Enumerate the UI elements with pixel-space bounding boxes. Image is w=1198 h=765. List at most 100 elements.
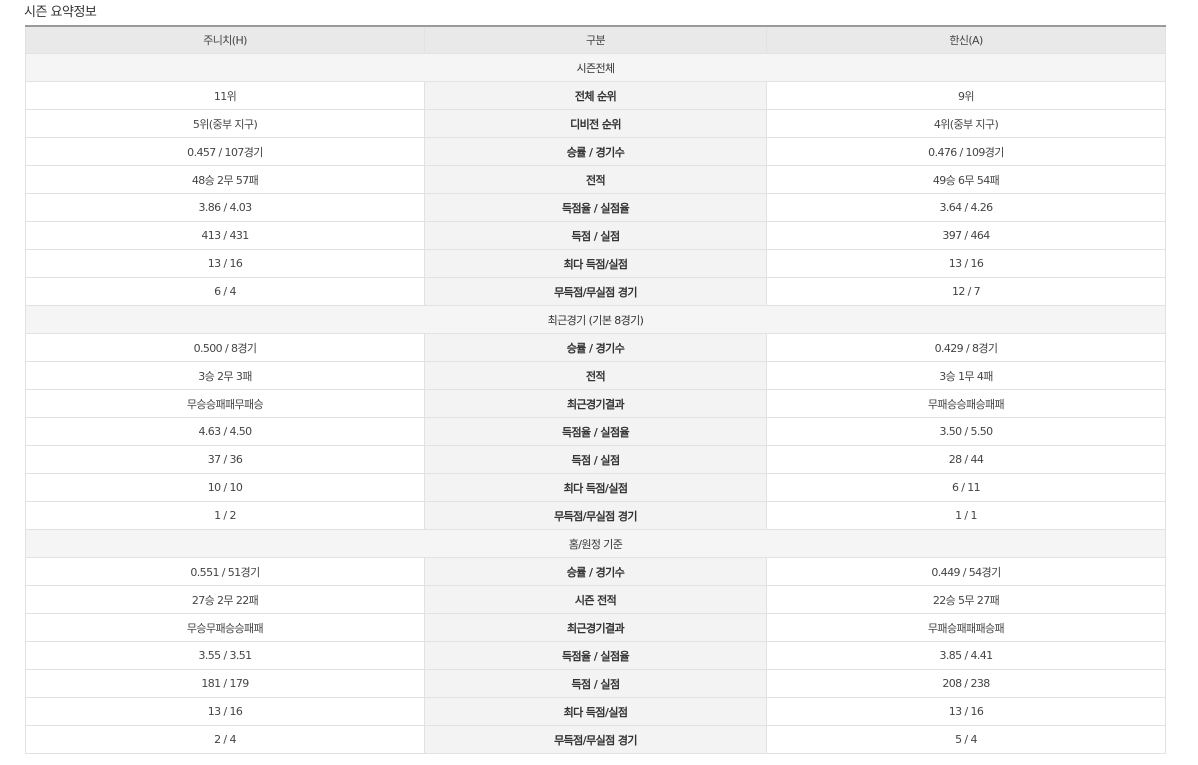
home-value: 6 / 4 — [25, 277, 425, 306]
home-value: 48승 2무 57패 — [25, 165, 425, 194]
away-value: 208 / 238 — [766, 669, 1166, 698]
group-header-season-total: 시즌전체 — [25, 53, 1166, 82]
table-row: 무승승패패무패승 최근경기결과 무패승승패승패패 — [25, 389, 1166, 418]
group-header-home-away: 홈/원정 기준 — [25, 529, 1166, 558]
table-row: 181 / 179 득점 / 실점 208 / 238 — [25, 669, 1166, 698]
row-label: 전적 — [424, 165, 767, 194]
home-value: 11위 — [25, 81, 425, 110]
group-label: 최근경기 (기본 8경기) — [25, 305, 1166, 334]
header-home-team: 주니치(H) — [25, 25, 425, 54]
row-label: 전적 — [424, 361, 767, 390]
away-value: 28 / 44 — [766, 445, 1166, 474]
away-value: 무패승패패패승패 — [766, 613, 1166, 642]
away-value: 무패승승패승패패 — [766, 389, 1166, 418]
table-row: 27승 2무 22패 시즌 전적 22승 5무 27패 — [25, 585, 1166, 614]
home-value: 1 / 2 — [25, 501, 425, 530]
away-value: 13 / 16 — [766, 249, 1166, 278]
table-row: 6 / 4 무득점/무실점 경기 12 / 7 — [25, 277, 1166, 306]
table-row: 37 / 36 득점 / 실점 28 / 44 — [25, 445, 1166, 474]
row-label: 디비전 순위 — [424, 109, 767, 138]
table-row: 10 / 10 최다 득점/실점 6 / 11 — [25, 473, 1166, 502]
table-row: 무승무패승승패패 최근경기결과 무패승패패패승패 — [25, 613, 1166, 642]
row-label: 무득점/무실점 경기 — [424, 501, 767, 530]
home-value: 무승승패패무패승 — [25, 389, 425, 418]
table-row: 3.55 / 3.51 득점율 / 실점율 3.85 / 4.41 — [25, 641, 1166, 670]
away-value: 13 / 16 — [766, 697, 1166, 726]
table-row: 13 / 16 최다 득점/실점 13 / 16 — [25, 697, 1166, 726]
row-label: 득점율 / 실점율 — [424, 641, 767, 670]
header-category: 구분 — [424, 25, 767, 54]
away-value: 12 / 7 — [766, 277, 1166, 306]
table-row: 2 / 4 무득점/무실점 경기 5 / 4 — [25, 725, 1166, 754]
header-away-team: 한신(A) — [766, 25, 1166, 54]
row-label: 최근경기결과 — [424, 613, 767, 642]
home-value: 13 / 16 — [25, 249, 425, 278]
row-label: 최근경기결과 — [424, 389, 767, 418]
row-label: 득점 / 실점 — [424, 669, 767, 698]
home-value: 3.86 / 4.03 — [25, 193, 425, 222]
away-value: 0.449 / 54경기 — [766, 557, 1166, 586]
group-label: 홈/원정 기준 — [25, 529, 1166, 558]
section-title: 시즌 요약정보 — [24, 5, 97, 20]
group-label: 시즌전체 — [25, 53, 1166, 82]
home-value: 27승 2무 22패 — [25, 585, 425, 614]
away-value: 3.85 / 4.41 — [766, 641, 1166, 670]
table-row: 0.551 / 51경기 승률 / 경기수 0.449 / 54경기 — [25, 557, 1166, 586]
home-value: 13 / 16 — [25, 697, 425, 726]
row-label: 승률 / 경기수 — [424, 137, 767, 166]
group-header-recent-games: 최근경기 (기본 8경기) — [25, 305, 1166, 334]
table-row: 413 / 431 득점 / 실점 397 / 464 — [25, 221, 1166, 250]
row-label: 최다 득점/실점 — [424, 249, 767, 278]
away-value: 5 / 4 — [766, 725, 1166, 754]
row-label: 득점 / 실점 — [424, 445, 767, 474]
away-value: 3.50 / 5.50 — [766, 417, 1166, 446]
home-value: 0.457 / 107경기 — [25, 137, 425, 166]
away-value: 3승 1무 4패 — [766, 361, 1166, 390]
away-value: 22승 5무 27패 — [766, 585, 1166, 614]
home-value: 0.500 / 8경기 — [25, 333, 425, 362]
row-label: 무득점/무실점 경기 — [424, 277, 767, 306]
away-value: 6 / 11 — [766, 473, 1166, 502]
away-value: 49승 6무 54패 — [766, 165, 1166, 194]
home-value: 413 / 431 — [25, 221, 425, 250]
table-row: 13 / 16 최다 득점/실점 13 / 16 — [25, 249, 1166, 278]
away-value: 3.64 / 4.26 — [766, 193, 1166, 222]
away-value: 0.476 / 109경기 — [766, 137, 1166, 166]
home-value: 181 / 179 — [25, 669, 425, 698]
home-value: 3승 2무 3패 — [25, 361, 425, 390]
row-label: 득점율 / 실점율 — [424, 417, 767, 446]
home-value: 10 / 10 — [25, 473, 425, 502]
table-row: 0.457 / 107경기 승률 / 경기수 0.476 / 109경기 — [25, 137, 1166, 166]
row-label: 최다 득점/실점 — [424, 697, 767, 726]
table-row: 48승 2무 57패 전적 49승 6무 54패 — [25, 165, 1166, 194]
away-value: 9위 — [766, 81, 1166, 110]
home-value: 3.55 / 3.51 — [25, 641, 425, 670]
home-value: 5위(중부 지구) — [25, 109, 425, 138]
table-row: 4.63 / 4.50 득점율 / 실점율 3.50 / 5.50 — [25, 417, 1166, 446]
table-row: 3.86 / 4.03 득점율 / 실점율 3.64 / 4.26 — [25, 193, 1166, 222]
row-label: 득점율 / 실점율 — [424, 193, 767, 222]
table-row: 11위 전체 순위 9위 — [25, 81, 1166, 110]
away-value: 4위(중부 지구) — [766, 109, 1166, 138]
home-value: 2 / 4 — [25, 725, 425, 754]
table-row: 3승 2무 3패 전적 3승 1무 4패 — [25, 361, 1166, 390]
table-header-row: 주니치(H) 구분 한신(A) — [25, 25, 1166, 54]
away-value: 1 / 1 — [766, 501, 1166, 530]
season-summary-table: 주니치(H) 구분 한신(A) 시즌전체 11위 전체 순위 9위 5위(중부 … — [25, 25, 1166, 754]
row-label: 최다 득점/실점 — [424, 473, 767, 502]
row-label: 무득점/무실점 경기 — [424, 725, 767, 754]
table-row: 1 / 2 무득점/무실점 경기 1 / 1 — [25, 501, 1166, 530]
row-label: 승률 / 경기수 — [424, 557, 767, 586]
row-label: 시즌 전적 — [424, 585, 767, 614]
table-row: 0.500 / 8경기 승률 / 경기수 0.429 / 8경기 — [25, 333, 1166, 362]
row-label: 득점 / 실점 — [424, 221, 767, 250]
away-value: 397 / 464 — [766, 221, 1166, 250]
home-value: 0.551 / 51경기 — [25, 557, 425, 586]
table-row: 5위(중부 지구) 디비전 순위 4위(중부 지구) — [25, 109, 1166, 138]
row-label: 승률 / 경기수 — [424, 333, 767, 362]
home-value: 37 / 36 — [25, 445, 425, 474]
home-value: 무승무패승승패패 — [25, 613, 425, 642]
row-label: 전체 순위 — [424, 81, 767, 110]
away-value: 0.429 / 8경기 — [766, 333, 1166, 362]
home-value: 4.63 / 4.50 — [25, 417, 425, 446]
